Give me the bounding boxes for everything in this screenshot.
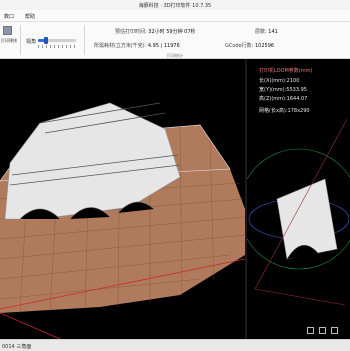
zoom-in-icon[interactable] xyxy=(307,327,314,334)
status-bar: 0014 三角面 xyxy=(0,339,350,351)
view-slider-thumb[interactable] xyxy=(43,37,48,44)
print-time-value: 32小时 59分钟 07秒 xyxy=(148,29,196,35)
layers-stat: 层数: 141 xyxy=(255,28,278,35)
gcode-stat: GCode行数: 102596 xyxy=(225,42,274,49)
main-3d-viewport[interactable] xyxy=(0,59,245,339)
toolbar-divider xyxy=(20,25,21,55)
print-time-stat: 预估打印时间: 32小时 59分钟 07秒 xyxy=(115,28,196,35)
preview-frame-edge xyxy=(254,118,348,290)
status-text: 0014 三角面 xyxy=(2,344,32,350)
layers-value: 141 xyxy=(268,29,278,35)
preview-title: 打印机LOOM参数(mm) xyxy=(259,68,313,74)
menu-bar: 数口 帮助 xyxy=(0,10,350,22)
material-label: 所需耗材(立方米|千克): xyxy=(94,43,147,49)
window-title: 海豚科技 · 3D打印软件 10.7.35 xyxy=(138,3,212,9)
window-titlebar: 海豚科技 · 3D打印软件 10.7.35 xyxy=(0,0,350,10)
gcode-value: 102596 xyxy=(254,43,275,49)
print-layout-label: 打印预排 xyxy=(1,38,17,43)
gcode-label: GCode行数: xyxy=(225,43,254,49)
menu-item-help[interactable]: 帮助 xyxy=(25,13,35,20)
view-slider[interactable] xyxy=(38,37,76,44)
layers-label: 层数: xyxy=(255,29,267,35)
reset-view-icon[interactable] xyxy=(331,327,338,334)
material-stat: 所需耗材(立方米|千克): 4.95 | 11976 xyxy=(94,42,180,49)
view-slider-ticks xyxy=(38,45,76,48)
view-label: 视角 xyxy=(26,39,37,45)
preview-length: 长(X)(mm):2100 xyxy=(259,78,300,84)
material-value: 4.95 | 11976 xyxy=(147,43,180,49)
print-time-label: 预估打印时间: xyxy=(115,29,147,35)
preview-viewport[interactable]: 打印机LOOM参数(mm) 长(X)(mm):2100 宽(Y)(mm):553… xyxy=(247,59,350,339)
menu-item-window[interactable]: 数口 xyxy=(4,13,14,20)
print-layout-icon[interactable] xyxy=(3,26,12,35)
preview-frame-edge xyxy=(254,288,346,306)
toolbar-divider xyxy=(84,25,85,55)
preview-height: 高(Z)(mm):1644.07 xyxy=(259,96,308,102)
preview-grid: 网格(长x高):178x290 xyxy=(259,108,310,114)
preview-width: 宽(Y)(mm):5533.95 xyxy=(259,87,307,93)
main-scene xyxy=(0,102,245,339)
zoom-out-icon[interactable] xyxy=(319,327,326,334)
bed-frame-edge xyxy=(0,312,61,339)
